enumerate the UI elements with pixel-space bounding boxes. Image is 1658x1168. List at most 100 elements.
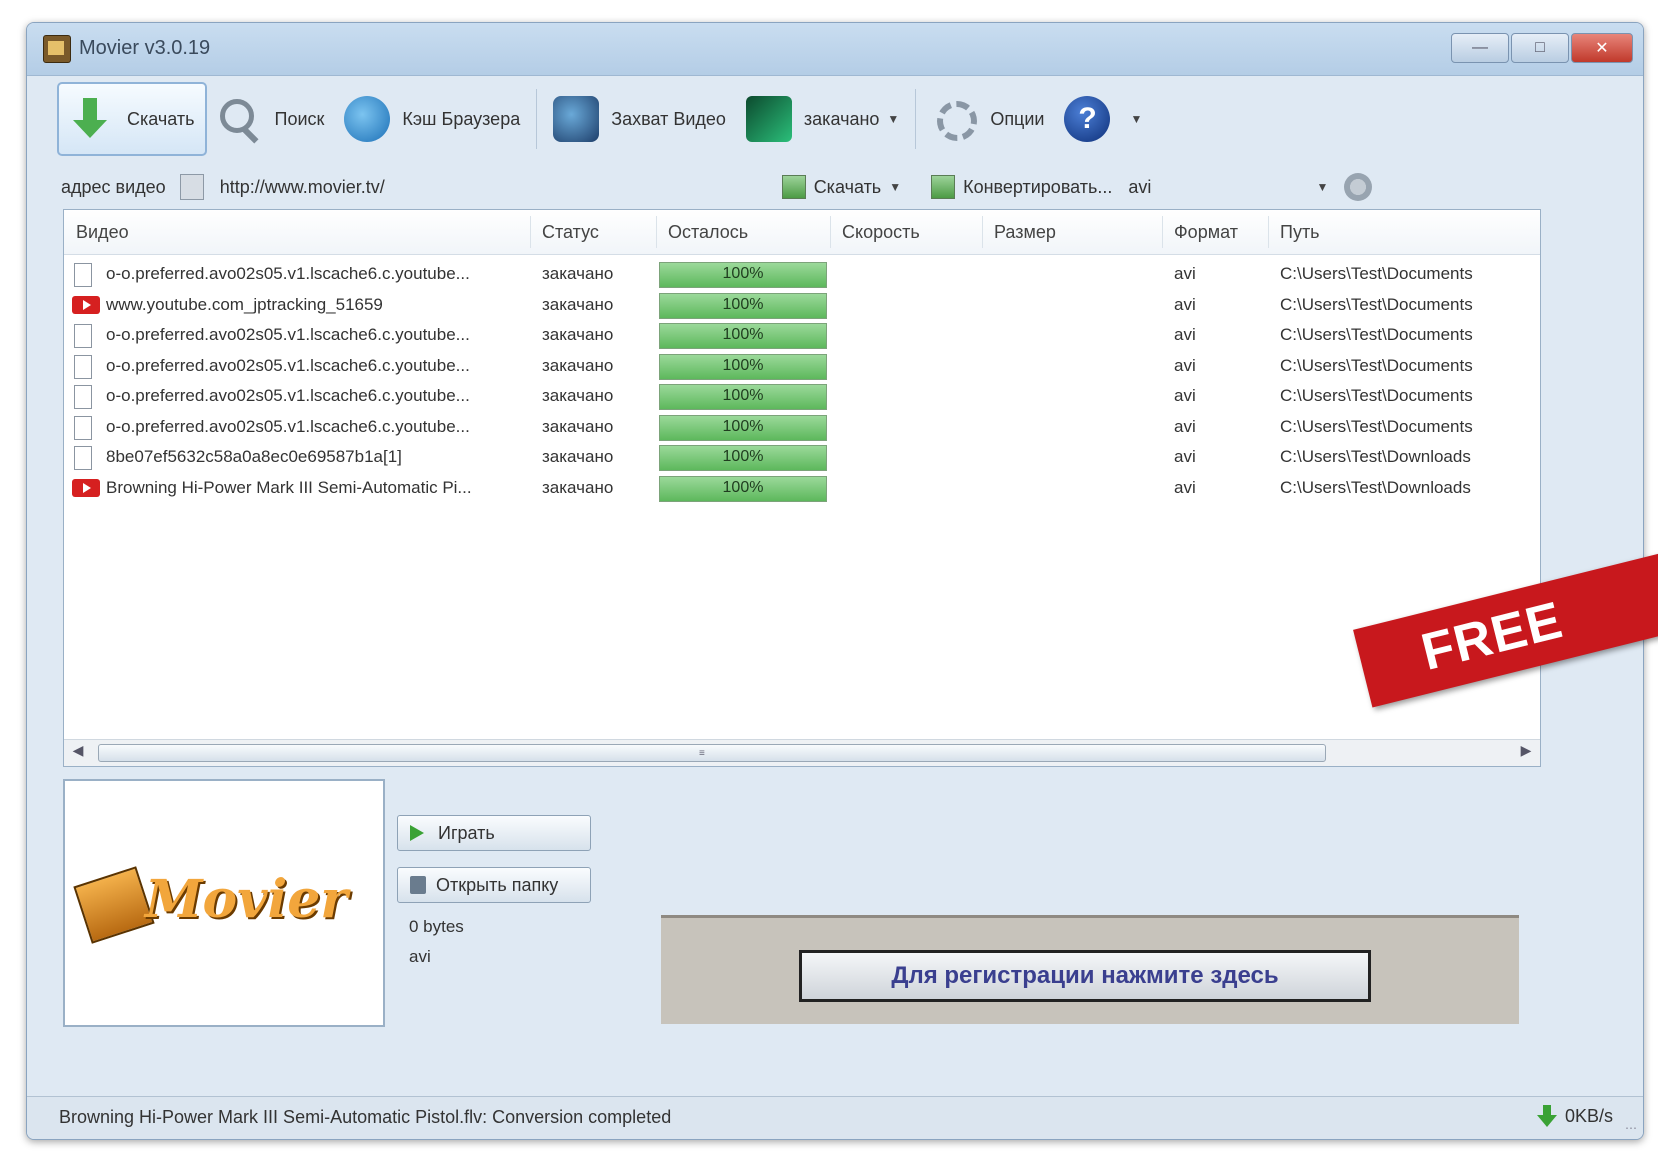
download-speed: 0KB/s [1536, 1105, 1613, 1127]
status-message: Browning Hi-Power Mark III Semi-Automati… [59, 1107, 672, 1127]
scroll-left-icon[interactable]: ◀ [68, 742, 88, 764]
format-value: avi [1128, 176, 1152, 197]
scroll-right-icon[interactable]: ▶ [1516, 742, 1536, 764]
progress-bar: 100% [659, 475, 827, 502]
status-bar: Browning Hi-Power Mark III Semi-Automati… [27, 1096, 1643, 1139]
minimize-button[interactable]: — [1451, 33, 1509, 63]
video-name-cell: 8be07ef5632c58a0a8ec0e69587b1a[1] [106, 447, 402, 466]
play-label: Играть [438, 822, 495, 843]
column-divider[interactable] [656, 216, 657, 248]
settings-icon[interactable] [1344, 173, 1373, 201]
camera-icon [553, 96, 600, 142]
progress-bar: 100% [659, 445, 827, 471]
path-cell: C:\Users\Test\Downloads [1280, 447, 1471, 466]
convert-label: Конвертировать... [963, 176, 1113, 197]
help-dropdown[interactable]: ? ▼ [1054, 84, 1152, 154]
downloaded-dropdown[interactable]: закачано ▼ [736, 84, 909, 154]
table-row[interactable]: 8be07ef5632c58a0a8ec0e69587b1a[1] закачан… [64, 443, 1540, 473]
gear-icon [932, 96, 978, 142]
window-title: Movier v3.0.19 [79, 37, 211, 59]
browser-globe-icon [344, 96, 391, 142]
app-window: Movier v3.0.19 — □ ✕ Скачать Поиск Кэш Б… [26, 22, 1644, 1140]
video-name-cell: www.youtube.com_jptracking_51659 [106, 294, 383, 314]
video-url-input[interactable] [217, 171, 762, 203]
chevron-down-icon: ▼ [887, 112, 900, 126]
path-cell: C:\Users\Test\Documents [1280, 264, 1473, 283]
column-header-size[interactable]: Размер [994, 222, 1056, 243]
youtube-icon [72, 295, 100, 314]
speed-value: 0KB/s [1564, 1105, 1613, 1126]
column-divider[interactable] [530, 216, 531, 248]
format-cell: avi [1174, 294, 1196, 314]
table-row[interactable]: o-o.preferred.avo02s05.v1.lscache6.c.you… [64, 260, 1540, 290]
column-divider[interactable] [982, 216, 983, 248]
capture-video-button[interactable]: Захват Видео [543, 84, 736, 154]
chevron-down-icon: ▼ [1130, 112, 1143, 126]
column-divider[interactable] [1268, 216, 1269, 248]
chevron-down-icon: ▼ [889, 180, 902, 194]
progress-label: 100% [722, 295, 764, 313]
format-cell: avi [1174, 386, 1196, 405]
app-icon [43, 35, 71, 63]
table-row[interactable]: www.youtube.com_jptracking_51659 закачано… [64, 291, 1540, 321]
status-cell: закачано [542, 355, 614, 375]
video-name-cell: Browning Hi-Power Mark III Semi-Automati… [106, 477, 472, 497]
format-select[interactable]: avi ▼ [1122, 172, 1334, 202]
progress-label: 100% [722, 387, 764, 404]
status-cell: закачано [542, 416, 614, 436]
search-icon [217, 96, 263, 142]
path-cell: C:\Users\Test\Documents [1280, 355, 1473, 375]
column-header-format[interactable]: Формат [1174, 222, 1238, 243]
table-row[interactable]: o-o.preferred.avo02s05.v1.lscache6.c.you… [64, 321, 1540, 351]
column-header-remaining[interactable]: Осталось [668, 222, 748, 243]
downloaded-folder-icon [745, 96, 792, 142]
address-download-label: Скачать [813, 176, 882, 197]
address-download-button[interactable]: Скачать ▼ [772, 170, 911, 204]
title-bar[interactable]: Movier v3.0.19 — □ ✕ [27, 23, 1643, 76]
play-icon [410, 825, 424, 841]
column-header-video[interactable]: Видео [76, 222, 129, 243]
open-folder-label: Открыть папку [436, 874, 559, 895]
format-cell: avi [1174, 355, 1196, 375]
progress-label: 100% [722, 356, 764, 374]
format-cell: avi [1174, 416, 1196, 436]
file-size-text: 0 bytes [409, 917, 464, 936]
video-preview: Movier [63, 779, 385, 1027]
table-row[interactable]: o-o.preferred.avo02s05.v1.lscache6.c.you… [64, 413, 1540, 443]
search-button[interactable]: Поиск [207, 84, 335, 154]
column-header-status[interactable]: Статус [542, 222, 599, 243]
browser-cache-label: Кэш Браузера [402, 108, 521, 129]
download-button[interactable]: Скачать [57, 82, 207, 156]
convert-button[interactable]: Конвертировать... [921, 170, 1122, 204]
clipboard-icon[interactable] [179, 174, 204, 200]
column-header-speed[interactable]: Скорость [842, 222, 920, 243]
format-cell: avi [1174, 477, 1196, 497]
column-divider[interactable] [1162, 216, 1163, 248]
table-row[interactable]: o-o.preferred.avo02s05.v1.lscache6.c.you… [64, 352, 1540, 382]
path-cell: C:\Users\Test\Downloads [1280, 477, 1471, 497]
table-row[interactable]: o-o.preferred.avo02s05.v1.lscache6.c.you… [64, 382, 1540, 412]
register-button[interactable]: Для регистрации нажмите здесь [799, 950, 1371, 1002]
table-row[interactable]: Browning Hi-Power Mark III Semi-Automati… [64, 474, 1540, 504]
progress-label: 100% [722, 448, 764, 465]
file-icon [74, 385, 92, 409]
column-header-path[interactable]: Путь [1280, 222, 1320, 243]
progress-label: 100% [722, 326, 764, 343]
status-cell: закачано [542, 294, 614, 314]
progress-label: 100% [722, 478, 764, 496]
maximize-button[interactable]: □ [1511, 33, 1569, 63]
play-button[interactable]: Играть [397, 815, 591, 851]
horizontal-scrollbar[interactable]: ◀ ≡ ▶ [64, 739, 1540, 766]
file-icon [74, 354, 92, 379]
scrollbar-thumb[interactable]: ≡ [98, 744, 1326, 762]
progress-label: 100% [722, 417, 764, 435]
close-button[interactable]: ✕ [1571, 33, 1633, 63]
table-header: Видео Статус Осталось Скорость Размер Фо… [64, 210, 1540, 255]
downloaded-label: закачано [803, 108, 880, 129]
open-folder-button[interactable]: Открыть папку [397, 867, 591, 903]
resize-grip-icon[interactable]: ⋯ [1625, 1121, 1637, 1135]
options-button[interactable]: Опции [922, 84, 1054, 154]
column-divider[interactable] [830, 216, 831, 248]
browser-cache-button[interactable]: Кэш Браузера [334, 84, 530, 154]
download-icon [781, 175, 806, 199]
